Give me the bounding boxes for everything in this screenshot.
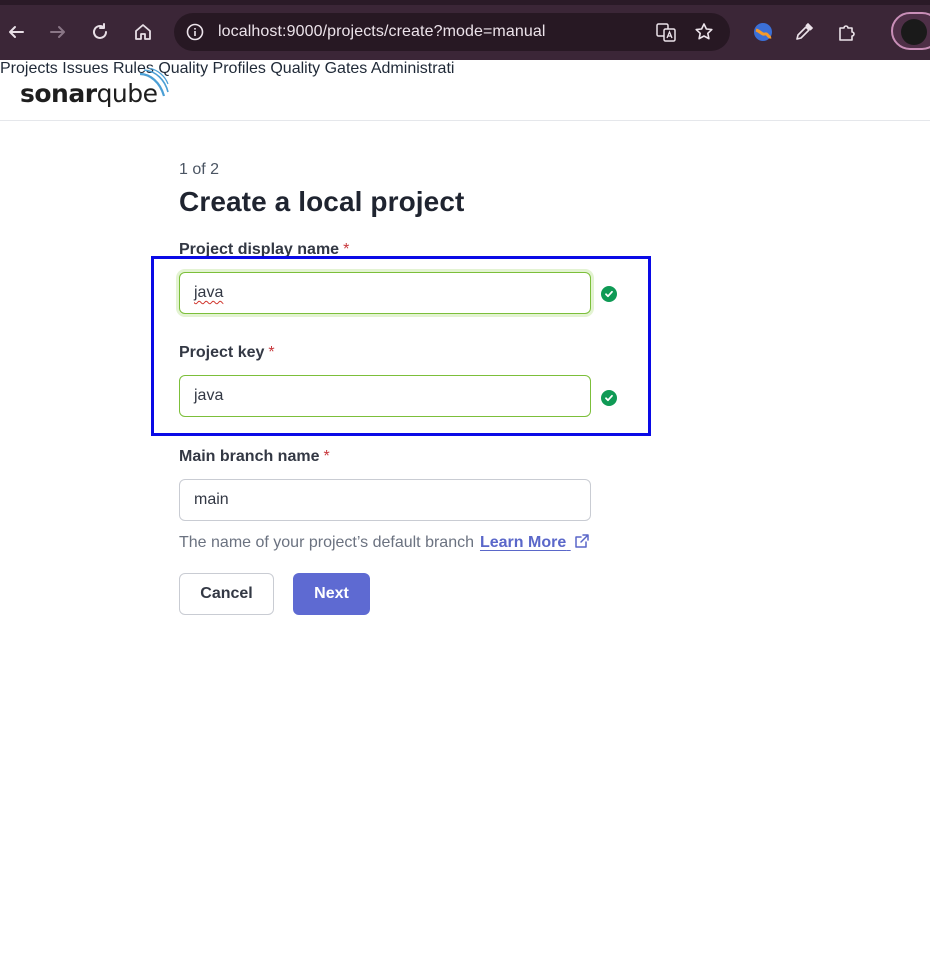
sonar-waves-icon (139, 68, 169, 97)
url-text: localhost:9000/projects/create?mode=manu… (218, 23, 546, 40)
extensions-puzzle-icon[interactable] (834, 19, 860, 45)
extension-globe-icon[interactable] (750, 19, 776, 45)
required-asterisk: * (323, 448, 330, 465)
cancel-button[interactable]: Cancel (179, 573, 274, 615)
reload-icon[interactable] (87, 19, 113, 45)
tab-strip (0, 0, 930, 5)
main-branch-name-input[interactable]: main (179, 479, 591, 521)
branch-name-value: main (194, 491, 229, 508)
eyedropper-icon[interactable] (791, 19, 817, 45)
display-name-value: java (194, 284, 224, 301)
home-icon[interactable] (130, 19, 156, 45)
browser-toolbar: localhost:9000/projects/create?mode=manu… (0, 0, 930, 60)
page-title: Create a local project (179, 186, 465, 217)
logo-prefix: sonar (20, 79, 97, 108)
required-asterisk: * (268, 344, 275, 361)
valid-check-icon (601, 286, 617, 302)
learn-more-link[interactable]: Learn More (480, 534, 590, 551)
nav-quality-gates[interactable]: Quality Gates (270, 60, 367, 77)
site-info-icon[interactable] (184, 21, 206, 43)
project-key-label: Project key * (179, 344, 275, 361)
project-key-input[interactable]: java (179, 375, 591, 417)
back-icon[interactable] (3, 19, 29, 45)
step-indicator: 1 of 2 (179, 161, 220, 178)
external-link-icon (574, 534, 589, 548)
address-bar[interactable]: localhost:9000/projects/create?mode=manu… (174, 13, 730, 51)
avatar-icon (901, 19, 927, 45)
forward-icon[interactable] (45, 19, 71, 45)
bookmark-star-icon[interactable] (691, 19, 717, 45)
translate-icon[interactable] (653, 19, 679, 45)
sonarqube-logo[interactable]: sonarqube (20, 68, 169, 108)
required-asterisk: * (343, 241, 350, 258)
nav-administration[interactable]: Administrati (371, 60, 455, 77)
branch-name-label: Main branch name * (179, 448, 330, 465)
nav-quality-profiles[interactable]: Quality Profiles (158, 60, 266, 77)
next-button[interactable]: Next (293, 573, 370, 615)
valid-check-icon (601, 390, 617, 406)
branch-helper-text: The name of your project’s default branc… (179, 533, 590, 552)
project-display-name-input[interactable]: java (179, 272, 591, 314)
profile-avatar[interactable] (891, 12, 930, 50)
project-key-value: java (194, 387, 224, 404)
display-name-label: Project display name * (179, 241, 350, 258)
app-header: sonarqube Projects Issues Rules Quality … (0, 60, 930, 121)
